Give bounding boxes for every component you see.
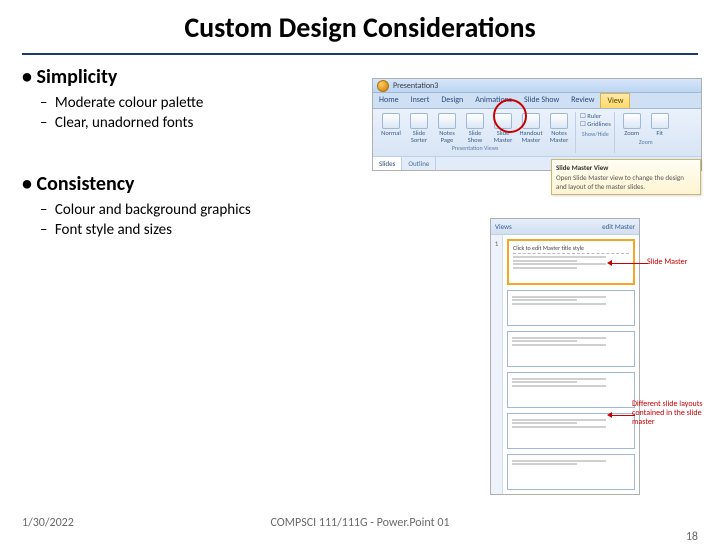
smpanel-header-right: edit Master	[602, 222, 635, 231]
thumb-layout	[507, 372, 635, 408]
icon-handout-master: Handout Master	[518, 113, 544, 143]
smpanel-header-left: Views	[495, 222, 512, 231]
smpanel-header: Views edit Master	[491, 219, 639, 235]
slide-footer: 1/30/2022 COMPSCI 111/111G - Power.Point…	[0, 516, 720, 530]
callout-line	[610, 263, 648, 264]
thumb-master-title: Click to edit Master title style	[513, 244, 629, 254]
thumb-layout	[507, 413, 635, 449]
icon-notes-master: Notes Master	[546, 113, 572, 143]
tab-insert: Insert	[405, 93, 436, 108]
footer-page-number: 18	[686, 530, 698, 544]
footer-date: 1/30/2022	[22, 516, 74, 530]
icon-normal: Normal	[378, 113, 404, 143]
tab-design: Design	[435, 93, 469, 108]
ribbon-tabs: Home Insert Design Animations Slide Show…	[373, 93, 701, 109]
callout-layouts: Different slide layouts contained in the…	[632, 400, 712, 426]
group-label: Presentation Views	[452, 144, 499, 152]
group-presentation-views: Normal Slide Sorter Notes Page Slide Sho…	[375, 112, 576, 153]
ribbon-screenshot: Presentation3 Home Insert Design Animati…	[372, 78, 702, 171]
group-show-hide: ☐ Ruler ☐ Gridlines Show/Hide	[577, 112, 615, 153]
tooltip-title: Slide Master View	[556, 163, 696, 172]
arrow-left-icon	[607, 412, 612, 418]
strip-tab-outline: Outline	[402, 157, 436, 170]
tab-animations: Animations	[469, 93, 518, 108]
footer-center: COMPSCI 111/111G - Power.Point 01	[0, 516, 720, 530]
icon-fit: Fit	[647, 113, 673, 137]
office-button-icon	[377, 80, 389, 92]
callout-slide-master: Slide Master	[647, 258, 712, 267]
tab-slideshow: Slide Show	[518, 93, 565, 108]
tab-review: Review	[565, 93, 600, 108]
slide-master-panel: Views edit Master 1 Click to edit Master…	[490, 218, 640, 495]
thumb-layout	[507, 331, 635, 367]
window-title: Presentation3	[393, 81, 438, 91]
sub-item: Colour and background graphics	[54, 200, 698, 220]
tab-home: Home	[373, 93, 405, 108]
ribbon-body: Normal Slide Sorter Notes Page Slide Sho…	[373, 109, 701, 156]
thumb-master: Click to edit Master title style	[507, 239, 635, 285]
smpanel-thumbs: Click to edit Master title style	[503, 235, 639, 494]
chk-gridlines: ☐ Gridlines	[580, 121, 611, 129]
icon-slide-master: Slide Master	[490, 113, 516, 143]
icon-slide-sorter: Slide Sorter	[406, 113, 432, 143]
icon-zoom: Zoom	[619, 113, 645, 137]
ribbon-titlebar: Presentation3	[373, 79, 701, 93]
slide-number: 1	[495, 239, 499, 248]
group-label: Show/Hide	[582, 130, 609, 138]
icon-slide-show: Slide Show	[462, 113, 488, 143]
title-underline	[22, 53, 698, 55]
group-label: Zoom	[639, 138, 653, 146]
tab-view: View	[600, 93, 630, 108]
smpanel-numbers: 1	[491, 235, 503, 494]
ribbon-tooltip: Slide Master View Open Slide Master view…	[551, 159, 701, 195]
tooltip-body: Open Slide Master view to change the des…	[556, 173, 696, 191]
arrow-left-icon	[607, 260, 612, 266]
callout-line	[610, 415, 635, 416]
icon-notes-page: Notes Page	[434, 113, 460, 143]
slide-title: Custom Design Considerations	[0, 0, 720, 53]
group-zoom: Zoom Fit Zoom	[616, 112, 676, 153]
strip-tab-slides: Slides	[373, 157, 402, 170]
thumb-layout	[507, 454, 635, 490]
thumb-layout	[507, 290, 635, 326]
